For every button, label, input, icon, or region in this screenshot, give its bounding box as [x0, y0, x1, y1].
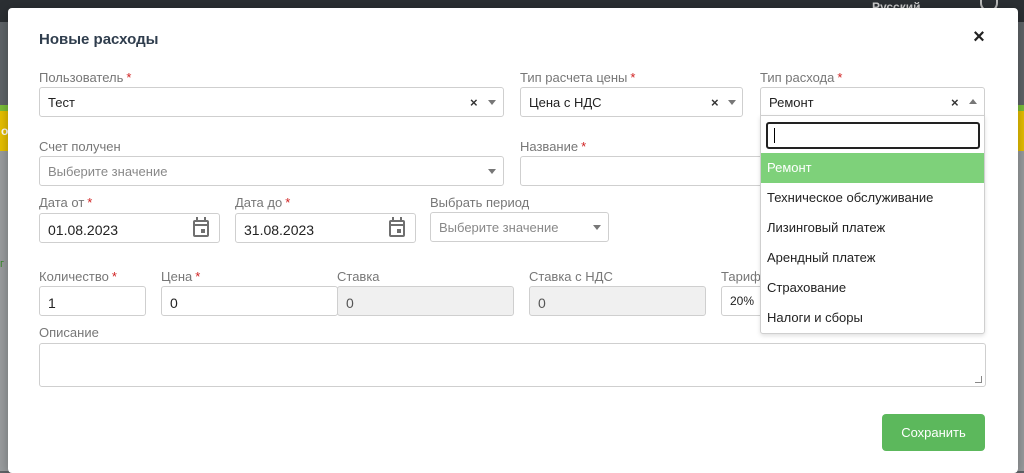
tariff-value: 20%: [730, 294, 755, 308]
background-text: г: [0, 258, 5, 270]
name-label: Название *: [520, 139, 587, 154]
user-value: Тест: [48, 95, 75, 110]
invoice-label: Счет получен: [39, 139, 121, 154]
chevron-down-icon[interactable]: [593, 225, 601, 230]
period-label: Выбрать период: [430, 195, 530, 210]
modal-title: Новые расходы: [39, 31, 159, 48]
user-select[interactable]: Тест ×: [39, 87, 504, 117]
calendar-icon[interactable]: [389, 217, 405, 237]
price-input[interactable]: 0: [161, 286, 338, 316]
clear-icon[interactable]: ×: [711, 95, 719, 110]
quantity-value: 1: [48, 295, 56, 311]
expense-type-value: Ремонт: [769, 95, 814, 110]
date-to-value: 31.08.2023: [244, 222, 315, 238]
save-button[interactable]: Сохранить: [882, 414, 985, 451]
rate-vat-label: Ставка с НДС: [529, 269, 613, 284]
dropdown-search-input[interactable]: [766, 122, 980, 149]
user-label: Пользователь *: [39, 70, 132, 85]
dropdown-option[interactable]: Ремонт: [761, 153, 984, 183]
rate-input: 0: [337, 286, 514, 316]
expense-type-dropdown: Ремонт Техническое обслуживание Лизингов…: [760, 115, 985, 334]
clear-icon[interactable]: ×: [470, 95, 478, 110]
period-select[interactable]: Выберите значение: [430, 212, 609, 242]
rate-vat-input: 0: [529, 286, 706, 316]
new-expense-modal: Новые расходы × Пользователь * Тест × Тип…: [8, 8, 1018, 473]
dropdown-option[interactable]: Техническое обслуживание: [761, 183, 984, 213]
quantity-input[interactable]: 1: [39, 286, 146, 316]
period-placeholder: Выберите значение: [439, 220, 559, 235]
description-textarea[interactable]: [39, 343, 986, 387]
tariff-label: Тариф: [721, 269, 761, 284]
dropdown-option[interactable]: Лизинговый платеж: [761, 213, 984, 243]
clear-icon[interactable]: ×: [951, 95, 959, 110]
expense-type-select[interactable]: Ремонт ×: [760, 87, 985, 117]
rate-vat-value: 0: [538, 295, 546, 311]
date-from-value: 01.08.2023: [48, 222, 119, 238]
resize-handle[interactable]: [975, 376, 982, 383]
chevron-down-icon[interactable]: [488, 100, 496, 105]
chevron-down-icon[interactable]: [728, 100, 736, 105]
chevron-up-icon[interactable]: [969, 99, 977, 104]
invoice-placeholder: Выберите значение: [48, 164, 168, 179]
price-type-select[interactable]: Цена с НДС ×: [520, 87, 743, 117]
chevron-down-icon[interactable]: [488, 169, 496, 174]
dropdown-option[interactable]: Налоги и сборы: [761, 303, 984, 333]
rate-label: Ставка: [337, 269, 380, 284]
price-type-value: Цена с НДС: [529, 95, 602, 110]
description-label: Описание: [39, 325, 99, 340]
date-to-label: Дата до *: [235, 195, 291, 210]
calendar-icon[interactable]: [193, 217, 209, 237]
rate-value: 0: [346, 295, 354, 311]
price-type-label: Тип расчета цены *: [520, 70, 636, 85]
quantity-label: Количество *: [39, 269, 117, 284]
name-input[interactable]: [520, 156, 765, 186]
background-band: [1018, 111, 1024, 151]
price-label: Цена *: [161, 269, 201, 284]
background-panel: [1018, 151, 1024, 471]
invoice-select[interactable]: Выберите значение: [39, 156, 504, 186]
date-from-input[interactable]: 01.08.2023: [39, 213, 220, 243]
date-to-input[interactable]: 31.08.2023: [235, 213, 416, 243]
background-panel: [0, 151, 8, 471]
dropdown-option[interactable]: Страхование: [761, 273, 984, 303]
close-icon[interactable]: ×: [970, 27, 988, 47]
date-from-label: Дата от *: [39, 195, 93, 210]
text-cursor: [774, 128, 775, 143]
dropdown-option[interactable]: Арендный платеж: [761, 243, 984, 273]
expense-type-label: Тип расхода *: [760, 70, 843, 85]
price-value: 0: [170, 295, 178, 311]
